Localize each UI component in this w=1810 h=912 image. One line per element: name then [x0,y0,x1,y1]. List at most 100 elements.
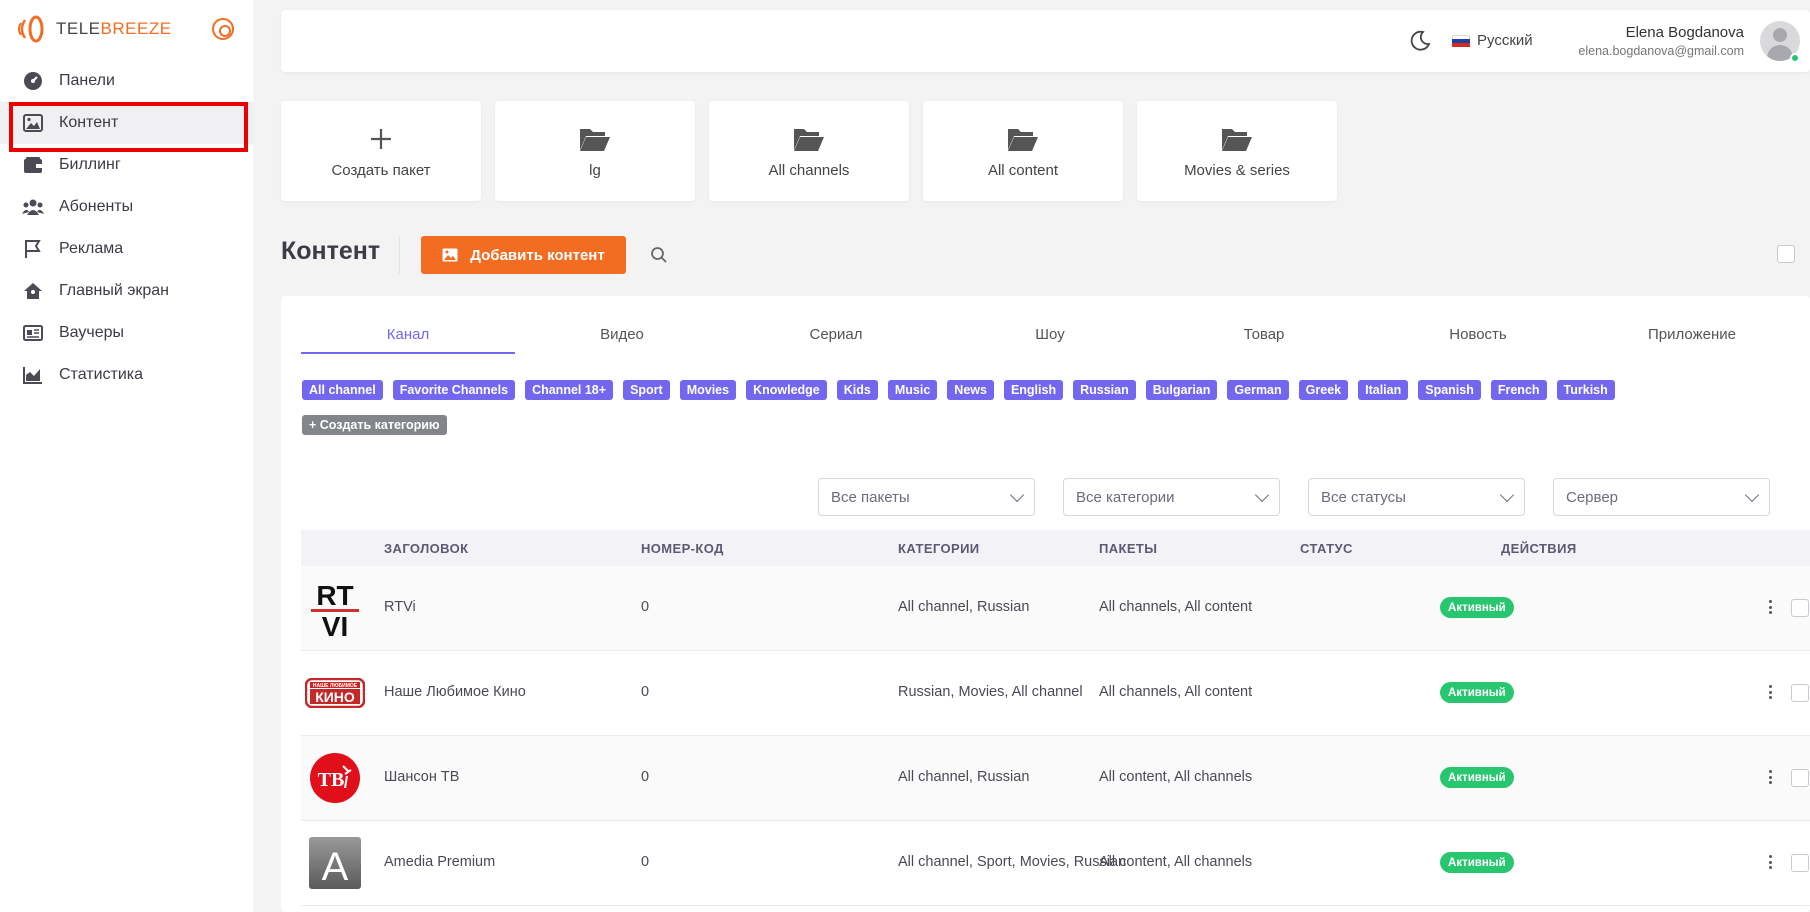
chart-icon [22,364,44,386]
column-header-status[interactable]: СТАТУС [1300,541,1353,556]
server-filter[interactable]: Сервер [1553,478,1770,516]
tab-series[interactable]: Сериал [729,316,943,352]
category-chip[interactable]: Kids [836,380,878,400]
category-chip[interactable]: Movies [679,380,737,400]
sidebar-nav: Панели Контент Биллинг Абоненты Реклама … [0,60,253,396]
sidebar-item-subscribers[interactable]: Абоненты [0,186,253,228]
tab-channel[interactable]: Канал [301,316,515,354]
plus-icon [369,124,393,154]
brand-logo[interactable]: TELEBREEZE [16,14,172,44]
column-header-title[interactable]: ЗАГОЛОВОК [384,541,468,556]
row-checkbox[interactable] [1791,599,1809,617]
column-header-categories[interactable]: КАТЕГОРИИ [898,541,980,556]
wallet-icon [22,154,44,176]
row-title[interactable]: Наше Любимое Кино [384,684,526,700]
tab-show[interactable]: Шоу [943,316,1157,352]
sidebar-item-label: Контент [59,114,119,131]
amedia-logo-text: A [322,845,349,889]
folder-open-icon [1007,124,1039,154]
user-email: elena.bogdanova@gmail.com [1578,44,1744,58]
category-chip[interactable]: Turkish [1556,380,1615,400]
tab-product[interactable]: Товар [1157,316,1371,352]
row-title[interactable]: Шансон ТВ [384,769,459,785]
category-chip[interactable]: Greek [1298,380,1349,400]
category-chip[interactable]: Sport [623,380,670,400]
category-chip[interactable]: French [1490,380,1547,400]
row-checkbox[interactable] [1791,769,1809,787]
category-chip[interactable]: Spanish [1418,380,1481,400]
tab-news[interactable]: Новость [1371,316,1585,352]
row-code: 0 [641,599,650,615]
user-name[interactable]: Elena Bogdanova [1626,24,1744,41]
nashe-kino-logo: НАШЕ ЛЮБИМОЕ КИНО [305,663,365,723]
row-categories: All channel, Russian [898,769,1030,785]
package-card-movies-series[interactable]: Movies & series [1137,101,1337,201]
sidebar-item-billing[interactable]: Биллинг [0,144,253,186]
package-card-all-content[interactable]: All content [923,101,1123,201]
russia-flag-icon [1452,34,1470,47]
sidebar-item-label: Биллинг [59,156,121,173]
row-checkbox[interactable] [1791,684,1809,702]
sidebar-item-ads[interactable]: Реклама [0,228,253,270]
category-chip[interactable]: News [947,380,994,400]
add-content-button[interactable]: Добавить контент [421,236,626,274]
category-chip[interactable]: Knowledge [746,380,827,400]
status-badge: Активный [1440,767,1514,788]
sidebar-item-content[interactable]: Контент [0,102,253,152]
categories-filter[interactable]: Все категории [1063,478,1280,516]
more-vertical-icon[interactable] [1767,767,1773,787]
packages-filter[interactable]: Все пакеты [818,478,1035,516]
select-all-checkbox[interactable] [1777,245,1795,263]
category-chip[interactable]: Russian [1073,380,1136,400]
category-chip[interactable]: All channel [302,380,383,400]
tab-video[interactable]: Видео [515,316,729,352]
more-vertical-icon[interactable] [1767,597,1773,617]
create-category-button[interactable]: + Создать категорию [302,415,447,435]
package-card-all-channels[interactable]: All channels [709,101,909,201]
row-categories: All channel, Sport, Movies, Russian [898,854,1127,870]
category-chip[interactable]: Channel 18+ [525,380,614,400]
category-chip[interactable]: English [1003,380,1064,400]
row-packages: All content, All channels [1099,854,1253,870]
sidebar-item-label: Статистика [59,366,144,383]
category-chip[interactable]: German [1227,380,1289,400]
table-row[interactable]: A Amedia Premium 0 All channel, Sport, M… [301,821,1810,906]
table-row[interactable]: ТВ Шансон ТВ 0 All channel, Russian All … [301,736,1810,821]
sidebar-item-label: Главный экран [59,282,170,299]
column-header-code[interactable]: НОМЕР-КОД [641,541,724,556]
row-checkbox[interactable] [1791,854,1809,872]
chevron-down-icon [1009,487,1025,502]
more-vertical-icon[interactable] [1767,682,1773,702]
language-label: Русский [1477,32,1533,49]
category-chip[interactable]: Italian [1358,380,1409,400]
row-title[interactable]: Amedia Premium [384,854,495,870]
sidebar-item-statistics[interactable]: Статистика [0,354,253,396]
category-chip[interactable]: Bulgarian [1145,380,1218,400]
sidebar-item-label: Абоненты [59,198,134,215]
table-row[interactable]: RT VI RTVi 0 All channel, Russian All ch… [301,566,1810,651]
select-value: Все пакеты [831,488,910,506]
sidebar-item-home-screen[interactable]: Главный экран [0,270,253,312]
search-icon[interactable] [650,246,668,264]
language-selector[interactable]: Русский [1452,32,1533,49]
row-title[interactable]: RTVi [384,599,416,615]
table-row[interactable]: НАШЕ ЛЮБИМОЕ КИНО Наше Любимое Кино 0 Ru… [301,651,1810,736]
home-icon [22,280,44,302]
tab-app[interactable]: Приложение [1585,316,1799,352]
column-header-packages[interactable]: ПАКЕТЫ [1099,541,1157,556]
row-code: 0 [641,769,650,785]
category-chip[interactable]: Music [887,380,938,400]
row-packages: All content, All channels [1099,769,1253,785]
create-package-card[interactable]: Создать пакет [281,101,481,201]
more-vertical-icon[interactable] [1767,852,1773,872]
sidebar-item-vouchers[interactable]: Ваучеры [0,312,253,354]
card-label: All content [987,161,1059,179]
package-card-lg[interactable]: lg [495,101,695,201]
sidebar-item-panels[interactable]: Панели [0,60,253,102]
category-chips: All channel Favorite Channels Channel 18… [302,380,1802,450]
sidebar-toggle-icon[interactable] [212,18,234,40]
status-filter[interactable]: Все статусы [1308,478,1525,516]
category-chip[interactable]: Favorite Channels [392,380,516,400]
users-icon [22,196,44,218]
moon-icon[interactable] [1408,29,1432,53]
